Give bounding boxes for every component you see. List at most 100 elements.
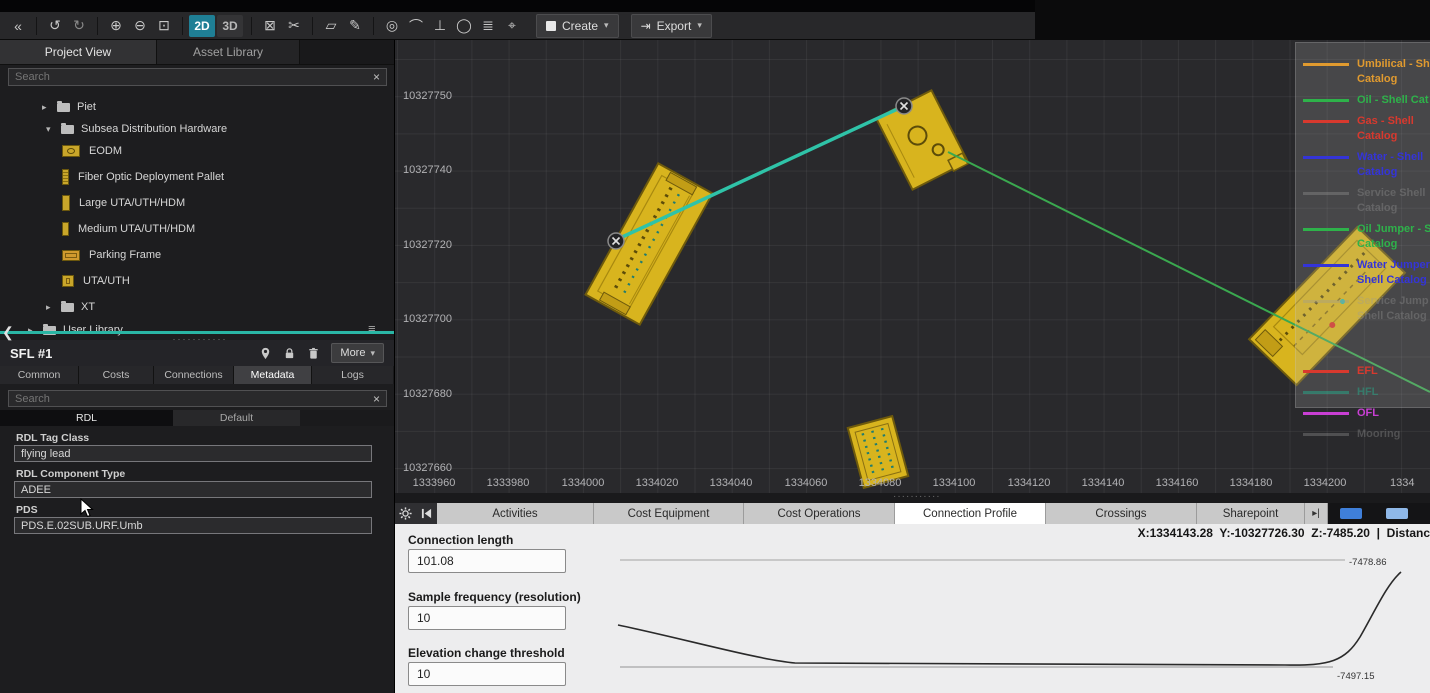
asset-item-uta-uth[interactable]: UTA/UTH — [0, 270, 394, 292]
collapse-toolbar-button[interactable]: « — [6, 15, 30, 37]
panel-settings-button[interactable] — [395, 503, 416, 524]
asset-item-parking-frame[interactable]: Parking Frame — [0, 244, 394, 266]
tab-sharepoint[interactable]: Sharepoint — [1197, 503, 1305, 524]
tab-connection-profile[interactable]: Connection Profile — [895, 503, 1046, 524]
chevron-right-icon: ▸ — [46, 302, 60, 313]
connection-length-field[interactable] — [408, 549, 566, 573]
annotate-tool-button[interactable]: ✎ — [343, 15, 367, 37]
tab-scroll-start-button[interactable] — [416, 503, 437, 524]
tab-activities[interactable]: Activities — [437, 503, 594, 524]
view-mode-2d-button[interactable]: 2D — [189, 15, 215, 37]
uta-asset-icon — [62, 195, 70, 211]
zoom-out-button[interactable]: ⊖ — [128, 15, 152, 37]
connection-node[interactable] — [608, 233, 624, 249]
metadata-search-input[interactable] — [15, 393, 373, 405]
legend-row: Mooring — [1303, 427, 1430, 442]
delete-button[interactable]: ⊠ — [258, 15, 282, 37]
tab-asset-library[interactable]: Asset Library — [157, 40, 300, 64]
application-window: « ↺ ↻ ⊕ ⊖ ⊡ 2D 3D ⊠ ✂ ▱ ✎ ◎ ⌒ ⊥ ◯ ≣ ⌖ Cr… — [0, 0, 1430, 693]
snap-tool-button[interactable]: ⌖ — [500, 15, 524, 37]
legend-label: Gas - Shell — [1357, 114, 1414, 129]
delete-icon: ⊠ — [264, 17, 276, 34]
metadata-search-box[interactable]: × — [8, 390, 387, 407]
asset-item-medium-uta[interactable]: Medium UTA/UTH/HDM — [0, 218, 394, 240]
tab-cost-equipment[interactable]: Cost Equipment — [594, 503, 744, 524]
ellipse-tool-button[interactable]: ◯ — [452, 15, 476, 37]
arc-tool-button[interactable]: ⌒ — [404, 15, 428, 37]
asset-item-eodm[interactable]: EODM — [0, 140, 394, 162]
y-axis-label: 10327680 — [403, 388, 452, 400]
cut-button[interactable]: ✂ — [282, 15, 306, 37]
elevation-threshold-field[interactable] — [408, 662, 566, 686]
tab-metadata[interactable]: Metadata — [234, 366, 312, 384]
more-dropdown-button[interactable]: More ▾ — [331, 343, 384, 363]
legend-label: Water Jumper — [1357, 258, 1430, 273]
undo-button[interactable]: ↺ — [43, 15, 67, 37]
visibility-tool-button[interactable]: ◎ — [380, 15, 404, 37]
rdl-tag-class-field[interactable] — [14, 445, 372, 462]
tree-label: XT — [81, 301, 95, 313]
tab-logs[interactable]: Logs — [312, 366, 393, 384]
export-dropdown-button[interactable]: ⇥ Export ▾ — [631, 14, 712, 38]
library-search-box[interactable]: × — [8, 68, 387, 86]
legend-swatch — [1303, 99, 1349, 102]
legend-label: OFL — [1357, 406, 1379, 421]
tab-common[interactable]: Common — [0, 366, 79, 384]
pds-field[interactable] — [14, 517, 372, 534]
toolbar-separator — [312, 17, 313, 35]
blue-chip-button[interactable] — [1340, 508, 1362, 519]
view-mode-3d-button[interactable]: 3D — [217, 15, 243, 37]
tree-label: User Library — [63, 324, 123, 336]
library-search-input[interactable] — [15, 71, 373, 83]
toolbar-separator — [182, 17, 183, 35]
map-canvas[interactable]: 10327750 10327740 10327720 10327700 1032… — [395, 40, 1430, 503]
subtab-default[interactable]: Default — [173, 410, 300, 426]
lock-icon[interactable] — [283, 347, 296, 360]
tab-cost-operations[interactable]: Cost Operations — [744, 503, 895, 524]
close-icon[interactable]: × — [373, 71, 380, 83]
sample-frequency-field[interactable] — [408, 606, 566, 630]
redo-icon: ↻ — [73, 17, 85, 34]
subtab-rdl[interactable]: RDL — [0, 410, 173, 426]
tab-project-view[interactable]: Project View — [0, 40, 157, 64]
legend-label: HFL — [1357, 385, 1378, 400]
asset-item-fiber-optic-pallet[interactable]: Fiber Optic Deployment Pallet — [0, 166, 394, 188]
field-label-rdl-component-type: RDL Component Type — [16, 468, 125, 480]
create-dropdown-button[interactable]: Create ▾ — [536, 14, 619, 38]
tab-costs[interactable]: Costs — [79, 366, 154, 384]
light-blue-chip-button[interactable] — [1386, 508, 1408, 519]
bottom-tab-bar: Activities Cost Equipment Cost Operation… — [395, 503, 1430, 524]
zoom-fit-button[interactable]: ⊡ — [152, 15, 176, 37]
tab-crossings[interactable]: Crossings — [1046, 503, 1197, 524]
x-axis-label: 1334080 — [856, 477, 904, 489]
legend-swatch — [1303, 228, 1349, 231]
legend-label: Catalog — [1357, 201, 1426, 216]
trash-icon[interactable] — [307, 347, 320, 360]
connection-node[interactable] — [896, 98, 912, 114]
layers-tool-button[interactable]: ≣ — [476, 15, 500, 37]
tree-item-piet[interactable]: ▸ Piet — [0, 96, 394, 118]
legend-label: Catalog — [1357, 165, 1423, 180]
tab-scroll-next-button[interactable]: ▸| — [1305, 503, 1328, 524]
uta-asset-b[interactable] — [876, 90, 968, 191]
zoom-in-button[interactable]: ⊕ — [104, 15, 128, 37]
polygon-tool-button[interactable]: ▱ — [319, 15, 343, 37]
redo-button[interactable]: ↻ — [67, 15, 91, 37]
uta-asset-icon — [62, 275, 74, 287]
metadata-subtab-bar: RDL Default — [0, 410, 394, 426]
perpendicular-tool-button[interactable]: ⊥ — [428, 15, 452, 37]
tree-item-subsea-distribution-hardware[interactable]: ▾ Subsea Distribution Hardware — [0, 118, 394, 140]
rdl-component-type-field[interactable] — [14, 481, 372, 498]
sidebar-collapse-arrow[interactable]: ❮ — [2, 324, 14, 341]
export-label: Export — [657, 19, 692, 33]
tree-item-xt[interactable]: ▸ XT — [0, 296, 394, 318]
location-pin-icon[interactable] — [259, 347, 272, 360]
x-axis-label: 1333980 — [484, 477, 532, 489]
polygon-icon: ▱ — [326, 17, 337, 34]
tab-connections[interactable]: Connections — [154, 366, 234, 384]
asset-item-large-uta[interactable]: Large UTA/UTH/HDM — [0, 192, 394, 214]
horizontal-scrollbar[interactable]: ··········· — [395, 493, 1430, 503]
close-icon[interactable]: × — [373, 393, 380, 405]
bottom-panel: Activities Cost Equipment Cost Operation… — [395, 503, 1430, 693]
manifold-asset-a[interactable] — [586, 163, 713, 324]
